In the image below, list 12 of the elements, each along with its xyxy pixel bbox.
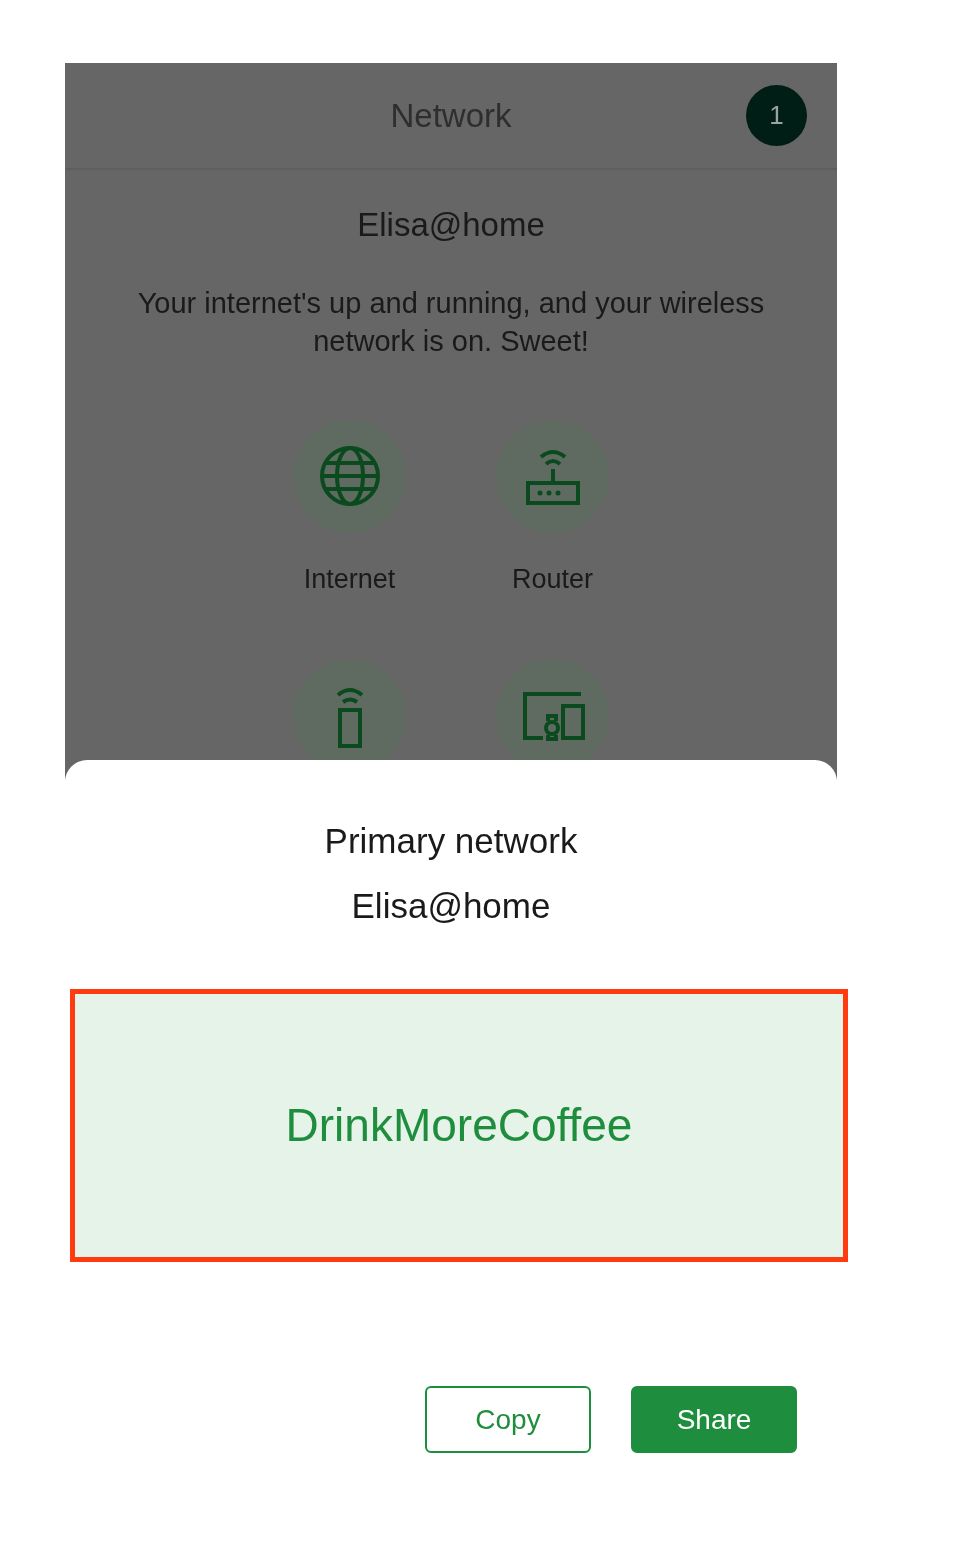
- network-name: Elisa@home: [357, 205, 545, 245]
- share-button[interactable]: Share: [631, 1386, 797, 1453]
- status-message: Your internet's up and running, and your wireless network is on. Sweet!: [136, 285, 766, 359]
- copy-button[interactable]: Copy: [425, 1386, 591, 1453]
- password-text: DrinkMoreCoffee: [285, 1098, 633, 1153]
- tile-label: Router: [511, 562, 593, 596]
- globe-icon: [318, 445, 381, 507]
- notification-badge[interactable]: 1: [746, 85, 807, 146]
- sheet-title: Primary network: [324, 820, 578, 862]
- tile-label: Internet: [303, 562, 396, 596]
- header-title: Network: [390, 95, 512, 136]
- sheet-subtitle: Elisa@home: [351, 884, 551, 927]
